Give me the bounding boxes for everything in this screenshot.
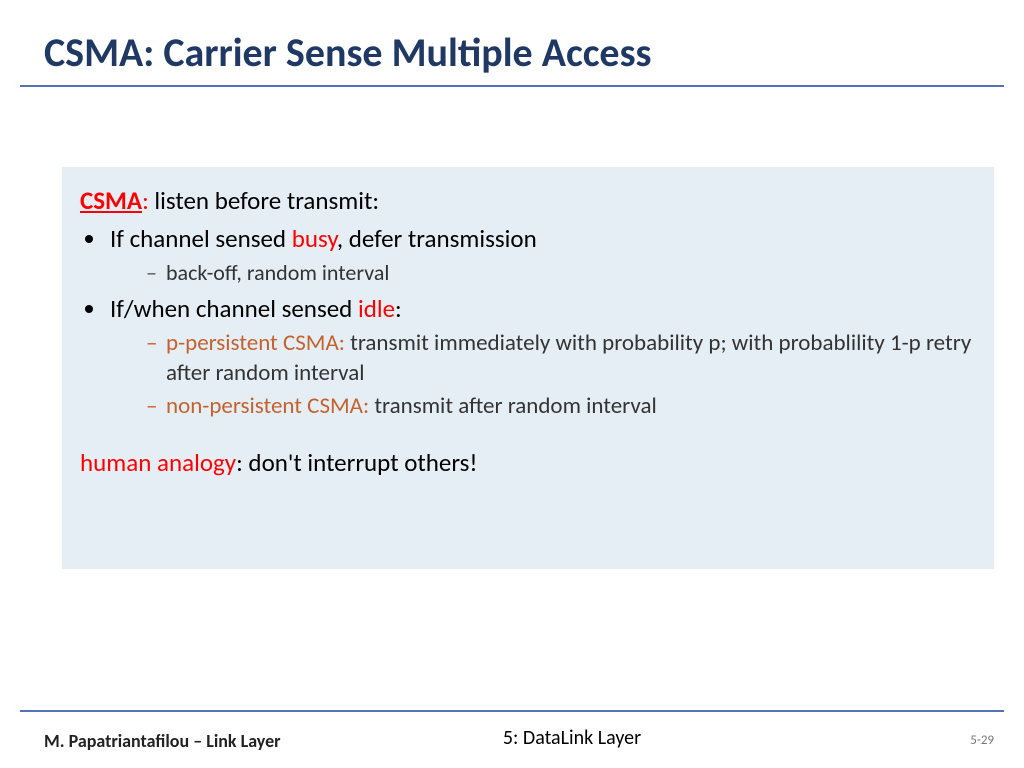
non-persistent-text: transmit after random interval — [369, 392, 657, 420]
lead-tail: listen before transmit: — [149, 185, 379, 216]
csma-colon: : — [142, 185, 149, 216]
footer-divider — [20, 710, 1004, 712]
analogy-label: human analogy — [80, 447, 236, 478]
busy-pre: If channel sensed — [110, 223, 292, 254]
analogy-text: : don't interrupt others! — [236, 447, 477, 478]
idle-sub-2: non-persistent CSMA: transmit after rand… — [146, 392, 982, 421]
idle-post: : — [395, 293, 402, 324]
footer-chapter: 5: DataLink Layer — [0, 726, 1024, 750]
footer: M. Papatriantafilou – Link Layer 5: Data… — [0, 726, 1024, 758]
title-divider — [20, 85, 1004, 87]
footer-page-number: 5-29 — [970, 733, 994, 748]
idle-sub-list: p-persistent CSMA: transmit immediately … — [146, 329, 982, 421]
slide: CSMA: Carrier Sense Multiple Access CSMA… — [0, 0, 1024, 768]
csma-keyword: CSMA — [80, 185, 142, 216]
footer-chapter-text: 5: DataLink Layer — [503, 726, 641, 750]
analogy-line: human analogy: don't interrupt others! — [80, 447, 982, 479]
busy-key: busy — [292, 223, 337, 254]
bullet-busy: If channel sensed busy, defer transmissi… — [108, 223, 982, 287]
idle-key: idle — [358, 293, 395, 324]
bullet-list: If channel sensed busy, defer transmissi… — [108, 223, 982, 421]
lead-line: CSMA: listen before transmit: — [80, 185, 982, 217]
non-persistent-label: non-persistent CSMA: — [166, 392, 369, 420]
idle-pre: If/when channel sensed — [110, 293, 358, 324]
busy-sub-list: back-off, random interval — [146, 259, 982, 287]
busy-post: , defer transmission — [337, 223, 537, 254]
content-box: CSMA: listen before transmit: If channel… — [62, 167, 994, 569]
busy-sub: back-off, random interval — [146, 259, 982, 287]
bullet-idle: If/when channel sensed idle: p-persisten… — [108, 293, 982, 421]
idle-sub-1: p-persistent CSMA: transmit immediately … — [146, 329, 982, 388]
p-persistent-label: p-persistent CSMA: — [166, 329, 345, 357]
slide-title: CSMA: Carrier Sense Multiple Access — [0, 0, 1024, 85]
